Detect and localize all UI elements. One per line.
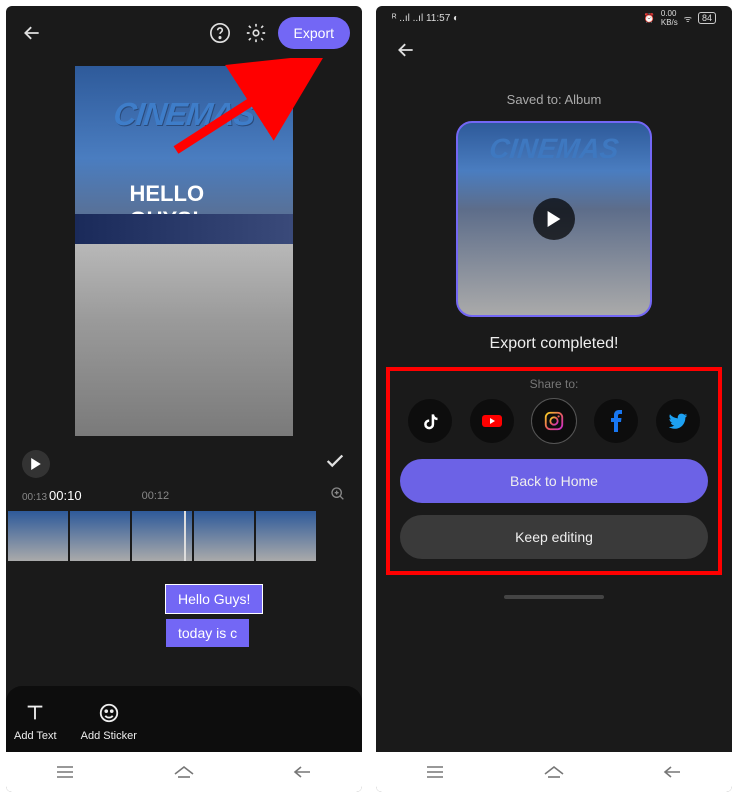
- export-complete-screen: ᴿ ..ıl ..ıl 11:57 ◐ ⏰ 0.00KB/s ᯤ 84 Save…: [376, 6, 732, 792]
- timeline-frame[interactable]: [70, 511, 130, 561]
- keep-editing-button[interactable]: Keep editing: [400, 515, 708, 559]
- play-button[interactable]: [22, 450, 50, 478]
- zoom-in-icon[interactable]: [330, 486, 346, 505]
- confirm-icon[interactable]: [324, 450, 346, 478]
- text-icon: [22, 700, 48, 726]
- time-current: 00:1300:10: [22, 488, 82, 503]
- share-icons-row: [400, 399, 708, 443]
- text-layer-chip[interactable]: today is c: [166, 619, 249, 647]
- timeline-frame[interactable]: [8, 511, 68, 561]
- timeline-frame[interactable]: [256, 511, 316, 561]
- android-navbar: [376, 752, 732, 792]
- instagram-icon[interactable]: [532, 399, 576, 443]
- tool-label: Add Sticker: [81, 730, 137, 742]
- saved-to-label: Saved to: Album: [376, 92, 732, 107]
- back-nav-icon[interactable]: [661, 760, 685, 784]
- settings-icon[interactable]: [242, 19, 270, 47]
- back-nav-icon[interactable]: [291, 760, 315, 784]
- add-sticker-button[interactable]: Add Sticker: [81, 700, 137, 742]
- youtube-icon[interactable]: [470, 399, 514, 443]
- video-preview[interactable]: CINEMAS HELLO GUYS!: [75, 66, 293, 436]
- share-to-label: Share to:: [400, 377, 708, 391]
- time-marker: 00:12: [82, 490, 330, 502]
- playback-row: [6, 442, 362, 486]
- text-layer-list: Hello Guys! today is c: [6, 585, 362, 647]
- tiktok-icon[interactable]: [408, 399, 452, 443]
- help-icon[interactable]: [206, 19, 234, 47]
- timeline-frame[interactable]: [194, 511, 254, 561]
- preview-sign-text: CINEMAS: [112, 96, 256, 133]
- export-thumbnail[interactable]: CINEMAS: [456, 121, 652, 317]
- back-icon[interactable]: [18, 19, 46, 47]
- status-bar: ᴿ ..ıl ..ıl 11:57 ◐ ⏰ 0.00KB/s ᯤ 84: [376, 6, 732, 30]
- share-panel: Share to: Back to Home Keep editing: [386, 367, 722, 575]
- editor-topbar: Export: [6, 6, 362, 60]
- time-readout: 00:1300:10 00:12: [6, 486, 362, 511]
- bottom-toolbar: Add Text Add Sticker: [6, 686, 362, 752]
- twitter-icon[interactable]: [656, 399, 700, 443]
- back-icon[interactable]: [392, 36, 420, 64]
- preview-area: CINEMAS HELLO GUYS!: [6, 60, 362, 442]
- export-button[interactable]: Export: [278, 17, 350, 49]
- thumb-sign-text: CINEMAS: [488, 133, 620, 165]
- back-to-home-button[interactable]: Back to Home: [400, 459, 708, 503]
- timeline-track[interactable]: [6, 511, 362, 561]
- android-navbar: [6, 752, 362, 792]
- sticker-icon: [96, 700, 122, 726]
- timeline-frame[interactable]: [132, 511, 192, 561]
- recents-icon[interactable]: [53, 760, 77, 784]
- home-icon[interactable]: [542, 760, 566, 784]
- tool-label: Add Text: [14, 730, 57, 742]
- add-text-button[interactable]: Add Text: [14, 700, 57, 742]
- editor-screen: Export CINEMAS HELLO GUYS! 00:1300:10 00…: [6, 6, 362, 792]
- home-icon[interactable]: [172, 760, 196, 784]
- recents-icon[interactable]: [423, 760, 447, 784]
- signal-icons: ᴿ ..ıl ..ıl 11:57 ◐: [392, 13, 459, 24]
- play-icon[interactable]: [533, 198, 575, 240]
- playhead[interactable]: [184, 511, 186, 561]
- export-complete-label: Export completed!: [376, 335, 732, 353]
- export-topbar: [376, 30, 732, 70]
- status-right: ⏰ 0.00KB/s ᯤ 84: [644, 9, 716, 27]
- text-layer-chip[interactable]: Hello Guys!: [166, 585, 262, 613]
- facebook-icon[interactable]: [594, 399, 638, 443]
